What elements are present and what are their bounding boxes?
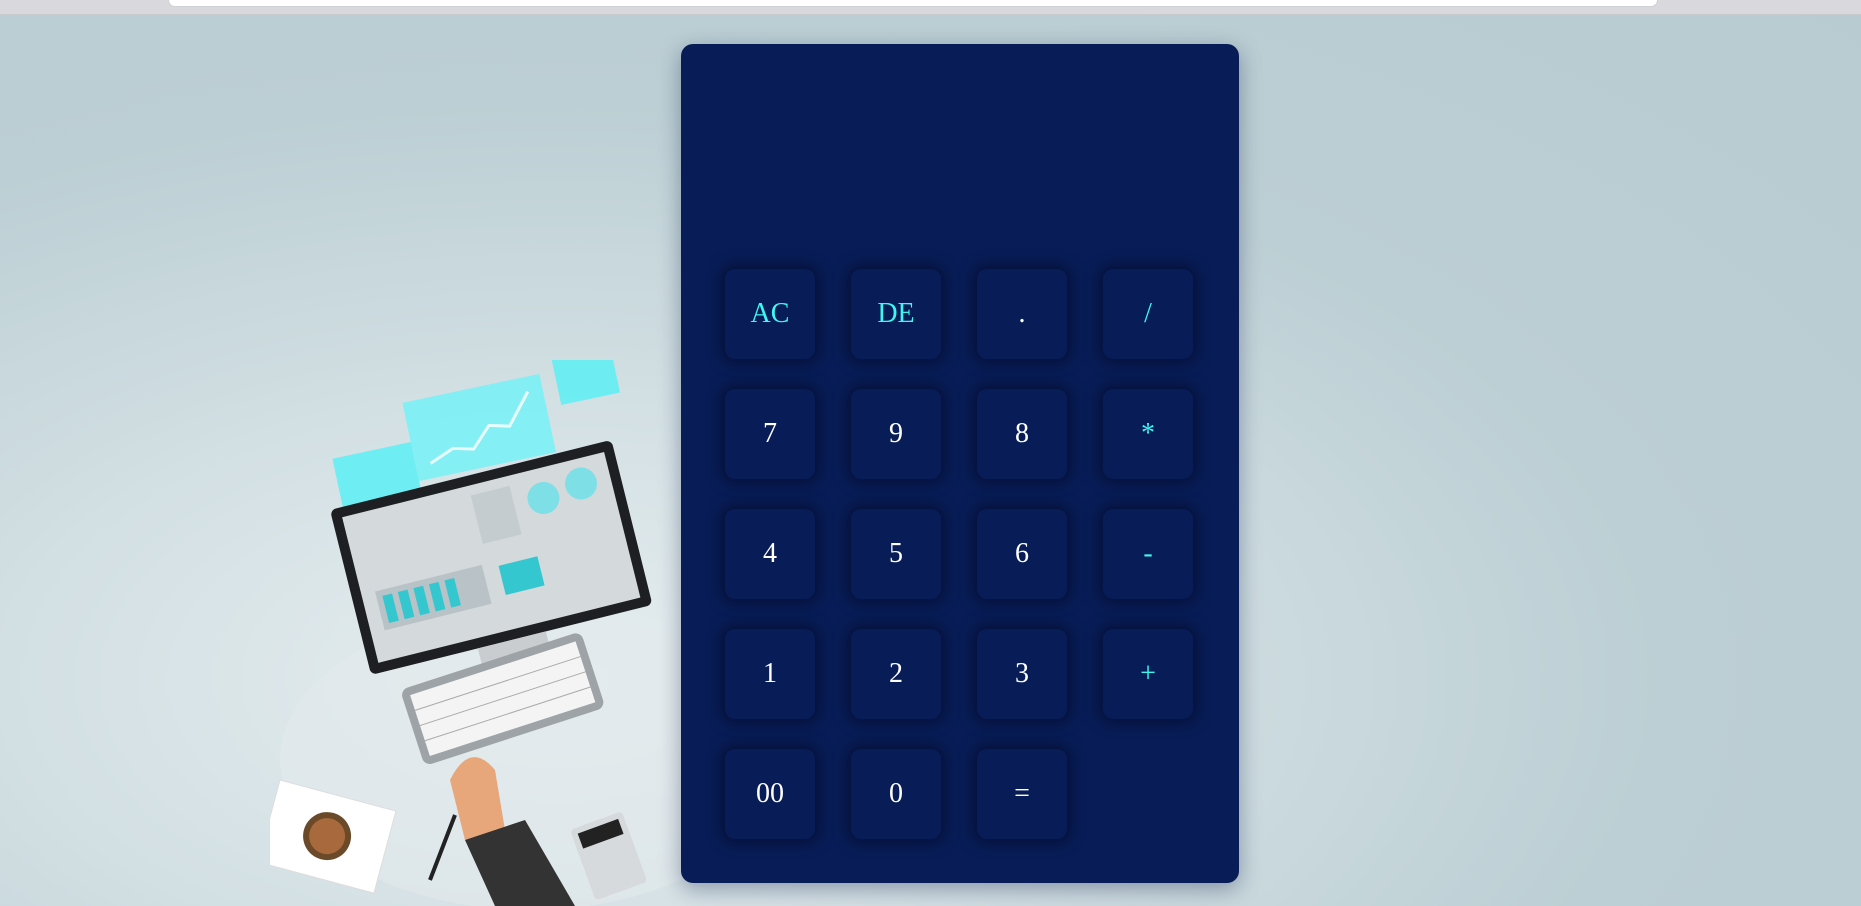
digit-8-button[interactable]: 8 xyxy=(977,389,1067,479)
calculator-display[interactable] xyxy=(711,64,1209,234)
digit-9-button[interactable]: 9 xyxy=(851,389,941,479)
equals-button[interactable]: = xyxy=(977,749,1067,839)
calculator-panel: AC DE . / 7 9 8 * 4 5 6 - 1 2 3 + 00 0 = xyxy=(681,44,1239,883)
all-clear-button[interactable]: AC xyxy=(725,269,815,359)
digit-1-button[interactable]: 1 xyxy=(725,629,815,719)
digit-0-button[interactable]: 0 xyxy=(851,749,941,839)
divide-button[interactable]: / xyxy=(1103,269,1193,359)
digit-4-button[interactable]: 4 xyxy=(725,509,815,599)
add-button[interactable]: + xyxy=(1103,629,1193,719)
subtract-button[interactable]: - xyxy=(1103,509,1193,599)
digit-3-button[interactable]: 3 xyxy=(977,629,1067,719)
browser-top-strip xyxy=(0,0,1861,15)
double-zero-button[interactable]: 00 xyxy=(725,749,815,839)
delete-button[interactable]: DE xyxy=(851,269,941,359)
multiply-button[interactable]: * xyxy=(1103,389,1193,479)
digit-5-button[interactable]: 5 xyxy=(851,509,941,599)
digit-7-button[interactable]: 7 xyxy=(725,389,815,479)
digit-6-button[interactable]: 6 xyxy=(977,509,1067,599)
digit-2-button[interactable]: 2 xyxy=(851,629,941,719)
keypad: AC DE . / 7 9 8 * 4 5 6 - 1 2 3 + 00 0 = xyxy=(725,269,1193,839)
address-bar[interactable] xyxy=(168,0,1658,7)
decimal-point-button[interactable]: . xyxy=(977,269,1067,359)
